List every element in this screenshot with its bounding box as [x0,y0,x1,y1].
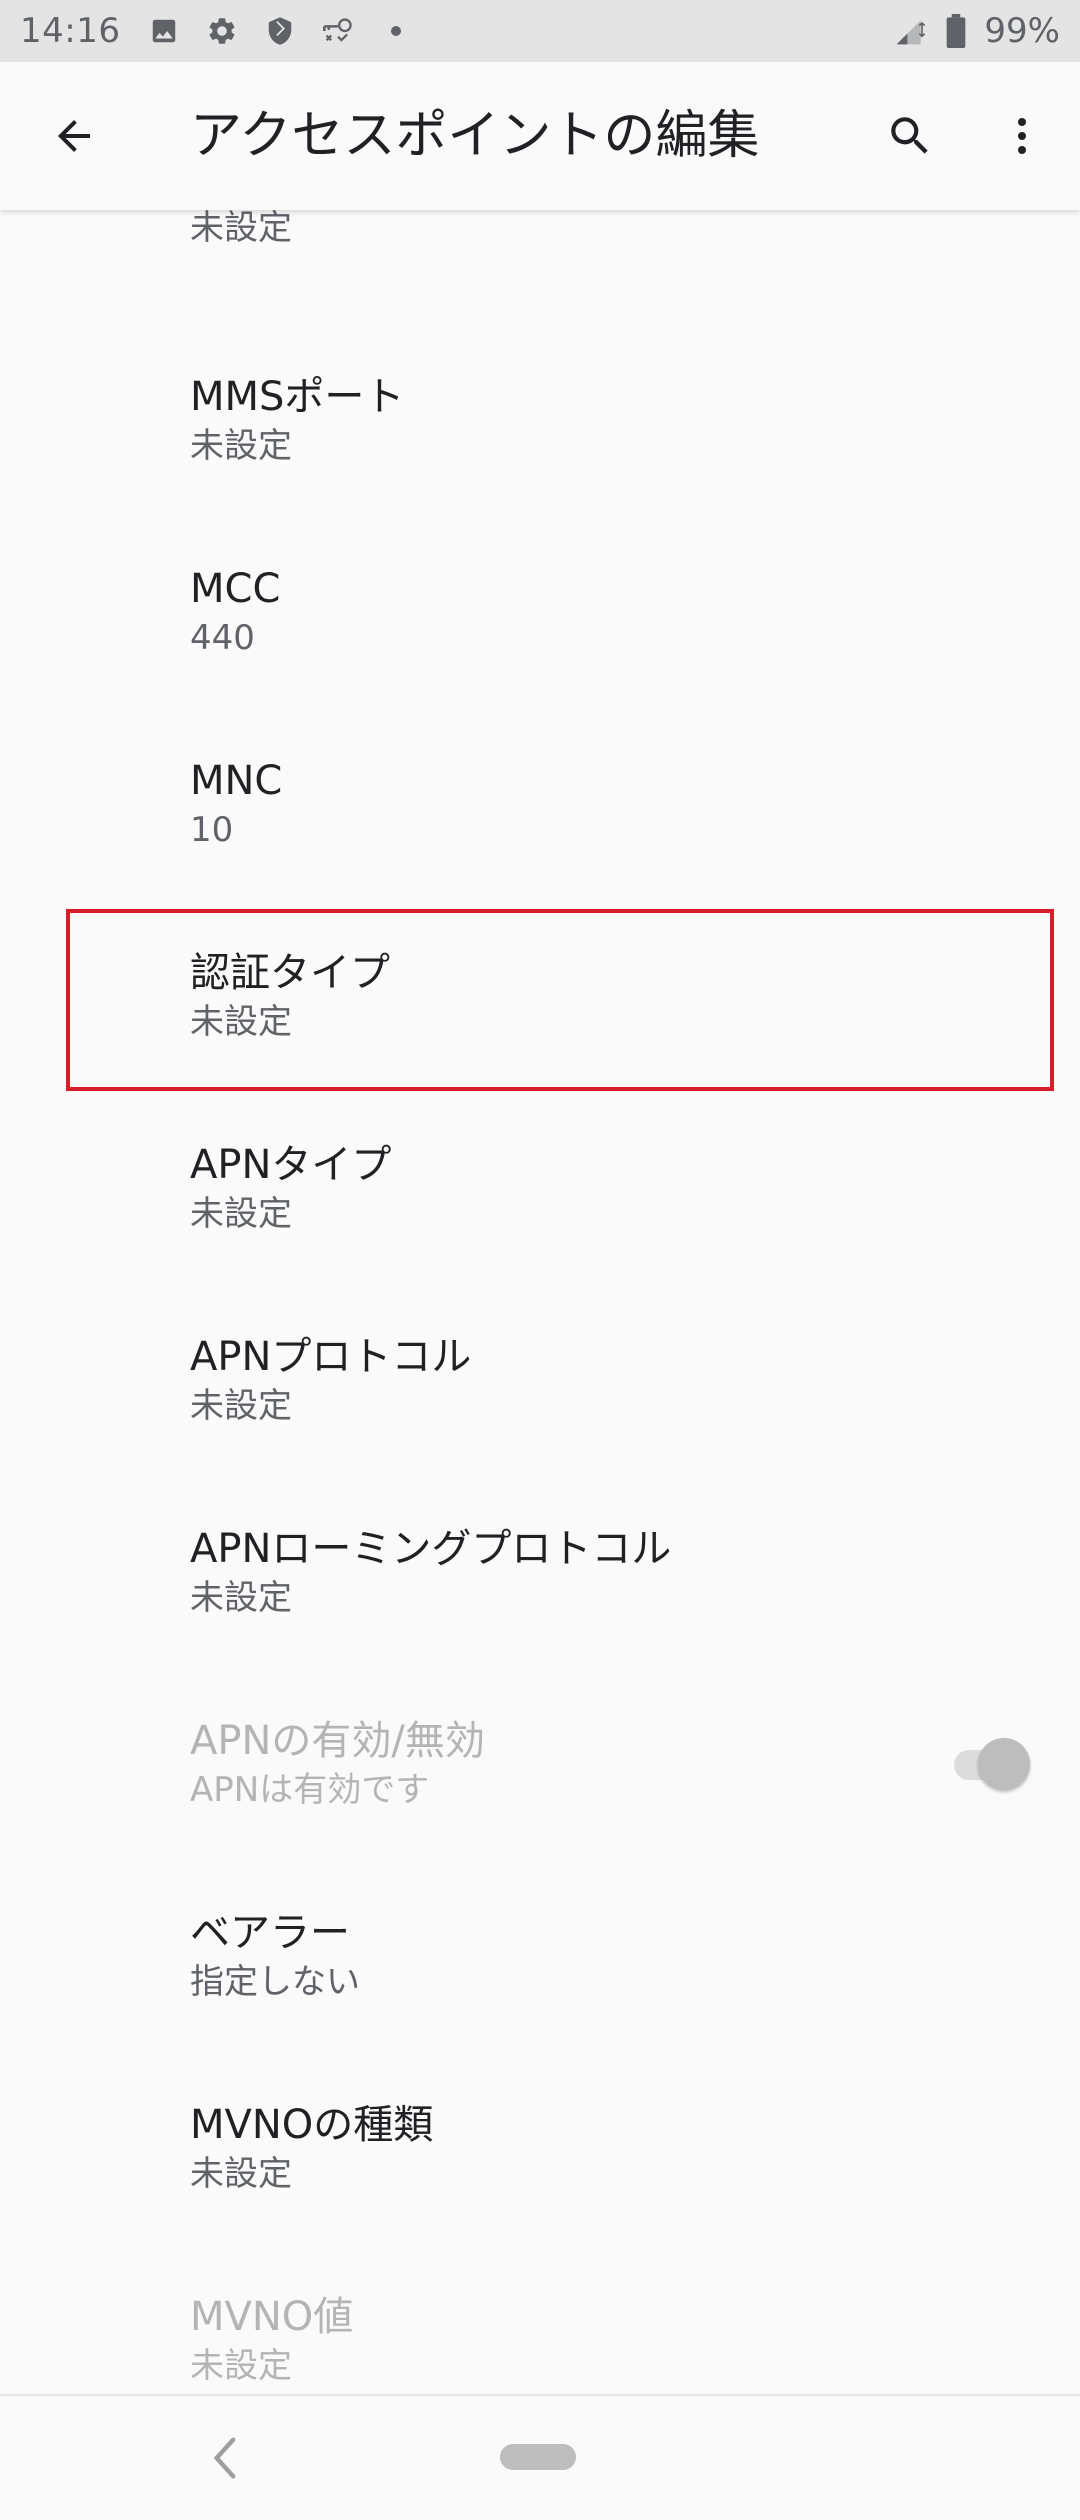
battery-percent: 99% [984,11,1060,51]
pref-title: ベアラー [190,1910,350,1956]
pref-title: MVNO値 [190,2294,354,2340]
navigation-bar [0,2394,1080,2520]
pref-summary: 指定しない [190,1962,360,2002]
app-bar: アクセスポイントの編集 [0,62,1080,210]
pref-summary: 未設定 [190,1194,292,1234]
toggle-thumb [978,1738,1030,1790]
status-right-group: 99% [894,11,1060,51]
list-item-partial[interactable]: 未設定 [0,210,1080,324]
pref-summary: 未設定 [190,1578,292,1618]
apn-enable-toggle [948,1738,1030,1790]
list-item-mcc[interactable]: MCC 440 [0,516,1080,708]
pref-title: APNタイプ [190,1142,392,1188]
page-title: アクセスポイントの編集 [190,106,760,166]
pref-summary: 未設定 [190,210,292,248]
settings-gear-icon [206,15,238,47]
pref-title: APNの有効/無効 [190,1718,485,1764]
list-item-apn-roaming-protocol[interactable]: APNローミングプロトコル 未設定 [0,1476,1080,1668]
pref-summary: 10 [190,810,234,850]
pref-summary: 未設定 [190,2346,292,2386]
pref-summary: 未設定 [190,2154,292,2194]
list-item-mvno-value: MVNO値 未設定 [0,2244,1080,2394]
list-item-apn-enable: APNの有効/無効 APNは有効です [0,1668,1080,1860]
list-item-mvno-type[interactable]: MVNOの種類 未設定 [0,2052,1080,2244]
list-item-mms-port[interactable]: MMSポート 未設定 [0,324,1080,516]
list-item-apn-protocol[interactable]: APNプロトコル 未設定 [0,1284,1080,1476]
list-item-apn-type[interactable]: APNタイプ 未設定 [0,1092,1080,1284]
pref-title: MNC [190,758,283,804]
search-icon[interactable] [876,102,944,170]
list-item-auth-type[interactable]: 認証タイプ 未設定 [0,900,1080,1092]
pref-title: APNローミングプロトコル [190,1526,672,1572]
preference-list[interactable]: 未設定 MMSポート 未設定 MCC 440 MNC 10 認証タイプ 未設定 … [0,210,1080,2394]
list-item-mnc[interactable]: MNC 10 [0,708,1080,900]
shield-icon [264,15,296,47]
dot-icon [380,15,412,47]
status-time: 14:16 [20,11,121,51]
pref-title: 認証タイプ [190,950,390,996]
pref-title: MCC [190,566,281,612]
pref-title: MVNOの種類 [190,2102,434,2148]
pref-title: APNプロトコル [190,1334,472,1380]
pref-summary: 未設定 [190,1386,292,1426]
pref-summary: 440 [190,618,255,658]
nav-home-pill-icon[interactable] [500,2444,576,2470]
signal-icon [894,15,926,47]
arrow-back-icon[interactable] [40,102,108,170]
vpn-key-icon [322,15,354,47]
pref-summary: APNは有効です [190,1770,430,1810]
more-vert-icon[interactable] [988,102,1056,170]
list-item-bearer[interactable]: ベアラー 指定しない [0,1860,1080,2052]
status-bar: 14:16 99% [0,0,1080,62]
pref-summary: 未設定 [190,426,292,466]
pref-title: MMSポート [190,374,405,420]
battery-icon [940,14,972,48]
gallery-icon [148,15,180,47]
nav-back-icon[interactable] [196,2426,252,2490]
preference-list-content: 未設定 MMSポート 未設定 MCC 440 MNC 10 認証タイプ 未設定 … [0,210,1080,2394]
pref-summary: 未設定 [190,1002,292,1042]
